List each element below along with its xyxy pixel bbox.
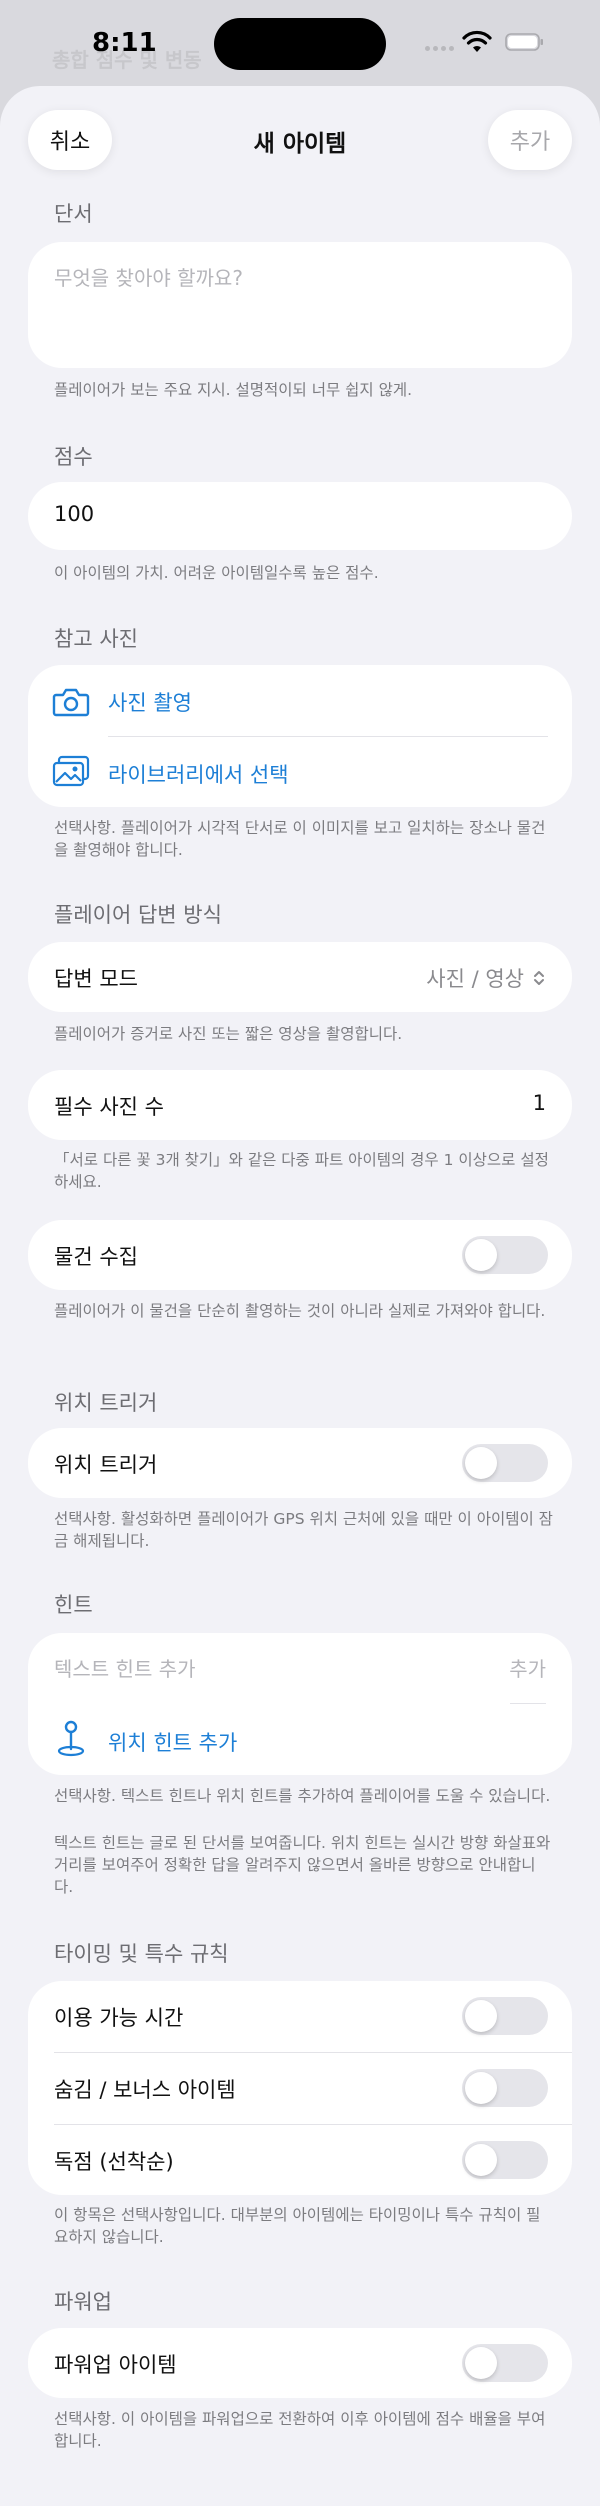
timing-header: 타이밍 및 특수 규칙 [54, 1942, 229, 1966]
required-photos-value: 1 [532, 1091, 546, 1115]
signal-dots-icon [425, 46, 455, 52]
add-text-hint-button[interactable]: 추가 [509, 1653, 546, 1682]
location-trigger-row: 위치 트리거 [28, 1428, 572, 1498]
answer-mode-picker[interactable]: 사진 / 영상 [426, 963, 546, 993]
hidden-bonus-toggle[interactable] [462, 2069, 548, 2107]
answer-mode-label: 답변 모드 [54, 967, 138, 991]
hidden-bonus-label: 숨김 / 보너스 아이템 [54, 2078, 236, 2102]
collect-item-toggle[interactable] [462, 1236, 548, 1274]
text-hint-input[interactable]: 텍스트 힌트 추가 [54, 1653, 196, 1682]
hint-divider [510, 1703, 546, 1704]
points-field[interactable]: 100 [28, 482, 572, 550]
add-location-hint-row[interactable]: 위치 힌트 추가 [28, 1705, 572, 1775]
choose-from-library-label: 라이브러리에서 선택 [108, 763, 289, 787]
collect-item-row: 물건 수집 [28, 1220, 572, 1290]
add-location-hint-label: 위치 힌트 추가 [108, 1731, 238, 1755]
points-caption: 이 아이템의 가치. 어려운 아이템일수록 높은 점수. [54, 564, 379, 582]
timing-card: 이용 가능 시간 숨김 / 보너스 아이템 독점 (선착순) [28, 1981, 572, 2195]
answer-mode-row[interactable]: 답변 모드 사진 / 영상 [28, 942, 572, 1012]
wifi-icon [462, 30, 492, 52]
location-pin-icon [57, 1720, 85, 1757]
reference-photo-header: 참고 사진 [54, 627, 138, 651]
clue-input[interactable]: 무엇을 찾아야 할까요? [28, 242, 572, 368]
photo-library-icon [52, 755, 90, 787]
powerup-header: 파워업 [54, 2290, 112, 2314]
add-button[interactable]: 추가 [488, 110, 572, 170]
exclusive-label: 독점 (선착순) [54, 2150, 174, 2174]
hints-caption-2: 텍스트 힌트는 글로 된 단서를 보여줍니다. 위치 힌트는 실시간 방향 화살… [54, 1834, 551, 1896]
hidden-bonus-row: 숨김 / 보너스 아이템 [28, 2053, 572, 2124]
exclusive-row: 독점 (선착순) [28, 2125, 572, 2195]
required-photos-caption: 「서로 다른 꽃 3개 찾기」와 같은 다중 파트 아이템의 경우 1 이상으로… [54, 1151, 549, 1191]
location-trigger-label: 위치 트리거 [54, 1453, 158, 1477]
required-photos-label: 필수 사진 수 [54, 1095, 164, 1119]
new-item-sheet: 취소 새 아이템 추가 단서 무엇을 찾아야 할까요? 플레이어가 보는 주요 … [0, 86, 600, 2506]
exclusive-toggle[interactable] [462, 2141, 548, 2179]
choose-from-library-row[interactable]: 라이브러리에서 선택 [28, 737, 572, 807]
powerup-label: 파워업 아이템 [54, 2353, 177, 2377]
take-photo-label: 사진 촬영 [108, 691, 192, 715]
available-time-row: 이용 가능 시간 [28, 1981, 572, 2052]
battery-icon [505, 33, 543, 51]
reference-photo-caption: 선택사항. 플레이어가 시각적 단서로 이 이미지를 보고 일치하는 장소나 물… [54, 819, 546, 859]
powerup-caption: 선택사항. 이 아이템을 파워업으로 전환하여 이후 아이템에 점수 배율을 부… [54, 2410, 546, 2450]
collect-item-label: 물건 수집 [54, 1245, 138, 1269]
answer-mode-caption: 플레이어가 증거로 사진 또는 짧은 영상을 촬영합니다. [54, 1025, 403, 1043]
clue-placeholder: 무엇을 찾아야 할까요? [54, 266, 243, 290]
points-header: 점수 [54, 445, 93, 469]
powerup-row: 파워업 아이템 [28, 2328, 572, 2398]
camera-icon [52, 688, 90, 717]
status-bar: 총합 점수 및 변동 8:11 [0, 0, 600, 88]
clue-caption: 플레이어가 보는 주요 지시. 설명적이되 너무 쉽지 않게. [54, 381, 413, 399]
location-trigger-caption: 선택사항. 활성화하면 플레이어가 GPS 위치 근처에 있을 때만 이 아이템… [54, 1510, 553, 1550]
timing-caption: 이 항목은 선택사항입니다. 대부분의 아이템에는 타이밍이나 특수 규칙이 필… [54, 2206, 541, 2246]
required-photos-row[interactable]: 필수 사진 수 1 [28, 1070, 572, 1140]
clue-header: 단서 [54, 202, 93, 226]
hints-header: 힌트 [54, 1593, 93, 1617]
take-photo-row[interactable]: 사진 촬영 [28, 665, 572, 735]
answer-mode-value: 사진 / 영상 [426, 967, 524, 991]
reference-photo-card: 사진 촬영 라이브러리에서 선택 [28, 665, 572, 807]
hints-card: 텍스트 힌트 추가 추가 위치 힌트 추가 [28, 1633, 572, 1775]
collect-item-caption: 플레이어가 이 물건을 단순히 촬영하는 것이 아니라 실제로 가져와야 합니다… [54, 1302, 546, 1320]
powerup-toggle[interactable] [462, 2344, 548, 2382]
chevron-up-down-icon [534, 971, 544, 985]
points-value: 100 [54, 502, 95, 526]
location-trigger-toggle[interactable] [462, 1444, 548, 1482]
available-time-toggle[interactable] [462, 1997, 548, 2035]
dynamic-island [214, 18, 386, 70]
status-time: 8:11 [92, 28, 157, 58]
answer-header: 플레이어 답변 방식 [54, 903, 222, 927]
hints-caption-1: 선택사항. 텍스트 힌트나 위치 힌트를 추가하여 플레이어를 도울 수 있습니… [54, 1787, 551, 1805]
available-time-label: 이용 가능 시간 [54, 2006, 184, 2030]
location-trigger-header: 위치 트리거 [54, 1391, 158, 1415]
